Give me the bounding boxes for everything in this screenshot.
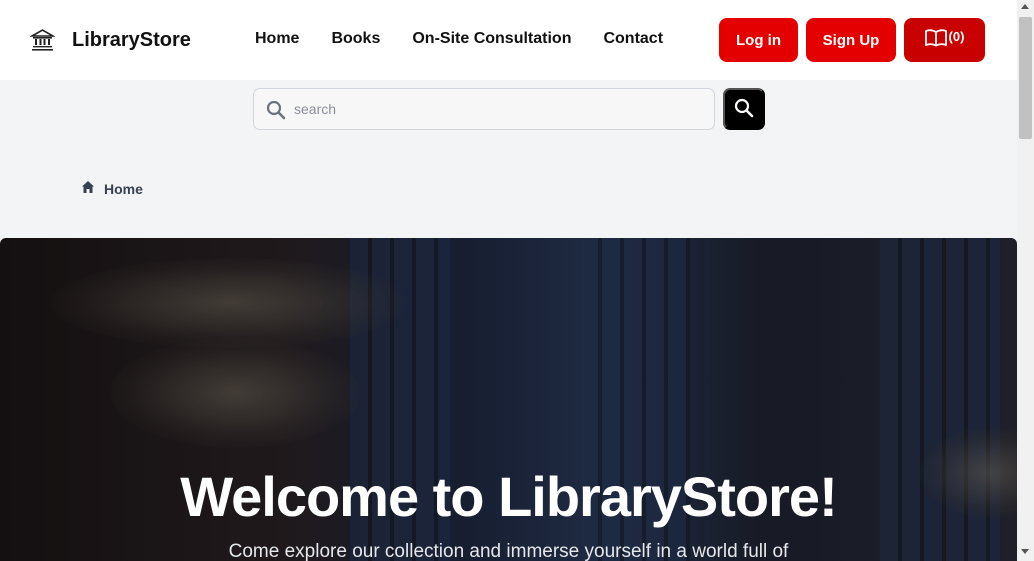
- home-icon[interactable]: [81, 180, 95, 197]
- hero-subtitle: Come explore our collection and immerse …: [228, 541, 789, 561]
- library-building-icon[interactable]: [28, 28, 57, 53]
- scroll-up-arrow-icon[interactable]: [1021, 4, 1029, 9]
- top-navbar: LibraryStore Home Books On-Site Consulta…: [0, 0, 1017, 80]
- search-input[interactable]: [294, 89, 704, 129]
- hero-title: Welcome to LibraryStore!: [180, 465, 837, 528]
- cart-count: (0): [948, 28, 965, 44]
- search-icon: [266, 100, 286, 120]
- breadcrumb: Home: [81, 180, 143, 197]
- hero-banner: Welcome to LibraryStore! Come explore ou…: [0, 238, 1017, 561]
- open-book-icon: [924, 29, 947, 51]
- breadcrumb-home-link[interactable]: Home: [104, 181, 143, 197]
- nav-link-consultation[interactable]: On-Site Consultation: [412, 30, 571, 48]
- scroll-down-arrow-icon[interactable]: [1021, 549, 1029, 554]
- nav-link-books[interactable]: Books: [331, 30, 380, 48]
- scrollbar-thumb[interactable]: [1019, 17, 1032, 139]
- nav-link-contact[interactable]: Contact: [603, 30, 663, 48]
- search-bar: [253, 88, 715, 130]
- main-nav: Home Books On-Site Consultation Contact: [255, 30, 663, 48]
- cart-button[interactable]: (0): [904, 18, 985, 62]
- search-submit-button[interactable]: [723, 88, 765, 130]
- login-button[interactable]: Log in: [719, 18, 798, 62]
- nav-link-home[interactable]: Home: [255, 30, 299, 48]
- brand-name[interactable]: LibraryStore: [72, 29, 191, 52]
- page-scrollbar[interactable]: [1017, 0, 1034, 561]
- signup-button[interactable]: Sign Up: [806, 18, 896, 62]
- search-icon: [734, 98, 754, 121]
